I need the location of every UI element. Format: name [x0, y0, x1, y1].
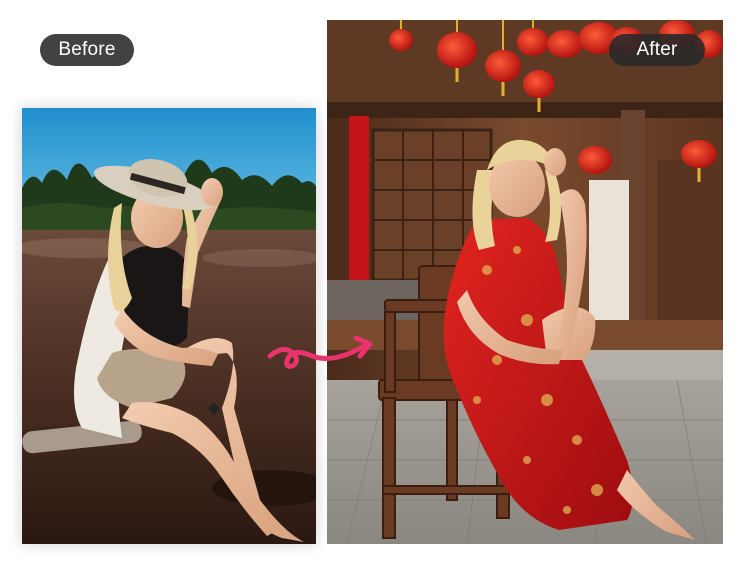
after-label: After: [609, 34, 705, 66]
before-after-comparison: Before After: [0, 0, 744, 563]
swirl-arrow-icon: [267, 335, 373, 369]
after-photo: [327, 20, 723, 544]
transform-arrow: [264, 326, 376, 378]
before-label: Before: [40, 34, 134, 66]
